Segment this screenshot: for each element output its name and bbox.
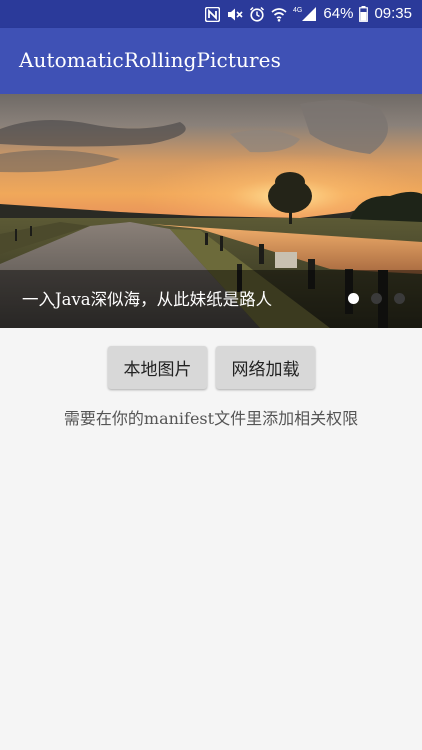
battery-icon (359, 6, 369, 22)
mute-icon (226, 7, 243, 22)
alarm-icon (249, 6, 265, 22)
local-images-button[interactable]: 本地图片 (108, 346, 207, 389)
permission-hint: 需要在你的manifest文件里添加相关权限 (63, 409, 359, 428)
image-carousel[interactable]: 一入Java深似海，从此妹纸是路人 (0, 94, 422, 328)
network-type-label: 4G (293, 7, 302, 14)
indicator-dot-1[interactable] (348, 293, 359, 304)
page-indicator (348, 293, 405, 304)
network-load-button[interactable]: 网络加载 (216, 346, 315, 389)
carousel-caption: 一入Java深似海，从此妹纸是路人 (22, 290, 273, 309)
nfc-icon (205, 6, 221, 22)
wifi-icon (271, 7, 287, 22)
clock: 09:35 (374, 5, 412, 22)
status-icons: 4G 64% 09:35 (205, 4, 412, 24)
status-bar: 4G 64% 09:35 (0, 0, 422, 28)
button-row: 本地图片 网络加载 (108, 346, 315, 389)
indicator-dot-2[interactable] (371, 293, 382, 304)
app-title: AutomaticRollingPictures (19, 48, 281, 72)
battery-percent: 64% (323, 5, 354, 22)
carousel-caption-bar: 一入Java深似海，从此妹纸是路人 (0, 270, 422, 328)
indicator-dot-3[interactable] (394, 293, 405, 304)
app-bar: AutomaticRollingPictures (0, 28, 422, 94)
signal-icon: 4G (293, 6, 317, 22)
